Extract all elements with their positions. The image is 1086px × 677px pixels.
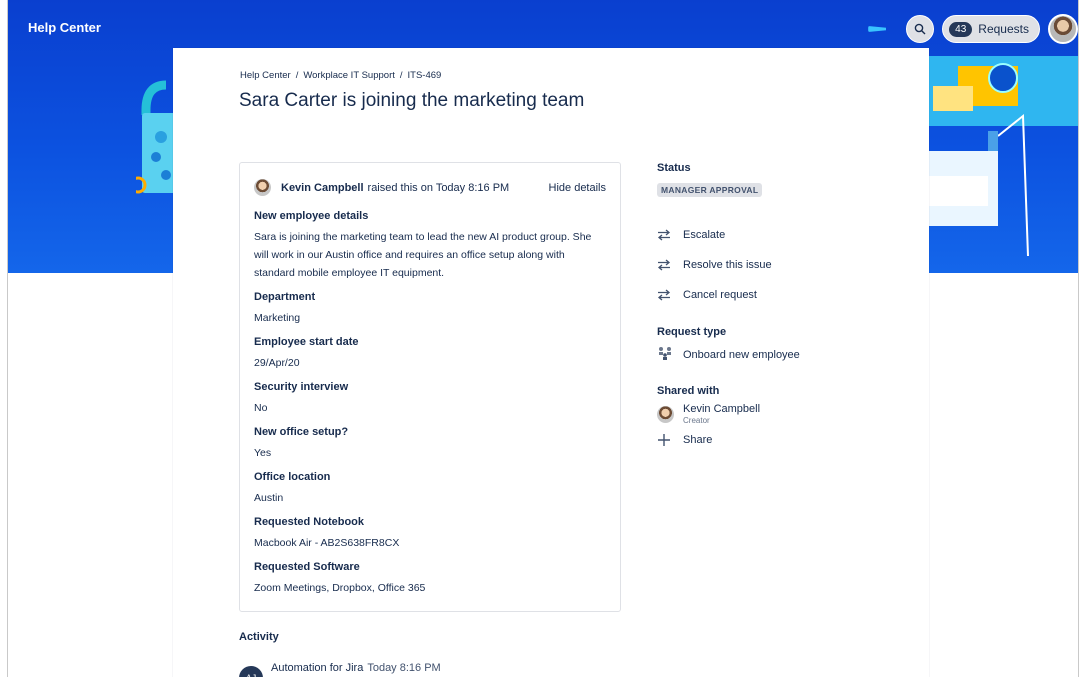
transition-arrows-icon (657, 259, 671, 271)
shared-user: Kevin Campbell Creator (657, 403, 877, 425)
transition-actions: Escalate Resolve this issue Cancel reque… (657, 220, 877, 310)
search-icon (914, 23, 926, 35)
field-value: Zoom Meetings, Dropbox, Office 365 (254, 582, 426, 594)
shared-with-heading: Shared with (657, 385, 720, 397)
transition-arrows-icon (657, 229, 671, 241)
field-label: Employee start date (254, 336, 359, 348)
activity-time: Today 8:16 PM (367, 662, 441, 674)
escalate-label: Escalate (683, 229, 726, 241)
shared-user-name: Kevin Campbell (683, 403, 761, 415)
help-center-link[interactable]: Help Center (28, 20, 101, 35)
field-value: Macbook Air - AB2S638FR8CX (254, 537, 400, 549)
field-label: New employee details (254, 210, 369, 222)
status-heading: Status (657, 162, 691, 174)
field-value: No (254, 402, 268, 414)
field-value: Austin (254, 492, 284, 504)
activity-item: AJ Automation for Jira Today 8:16 PM (239, 662, 441, 677)
field-label: Department (254, 291, 316, 303)
reporter-name[interactable]: Kevin Campbell (281, 182, 364, 194)
requests-count-badge: 43 (949, 21, 973, 37)
cancel-request-label: Cancel request (683, 289, 757, 301)
hide-details-link[interactable]: Hide details (549, 182, 606, 194)
window-edge-left (7, 0, 8, 677)
requests-button[interactable]: 43 Requests (942, 15, 1040, 43)
status-badge: MANAGER APPROVAL (657, 183, 763, 197)
reporter-avatar (254, 179, 271, 196)
requests-label: Requests (978, 22, 1029, 36)
flag-icon (868, 24, 890, 34)
raised-info: Kevin Campbell raised this on Today 8:16… (254, 179, 606, 196)
field-label: Requested Notebook (254, 516, 365, 528)
top-navigation: 43 Requests (868, 14, 1078, 44)
share-button[interactable]: Share (657, 433, 877, 447)
request-sidebar: Status MANAGER APPROVAL Escalate Resolve… (657, 162, 877, 447)
activity-author: Automation for Jira (271, 662, 364, 674)
shared-user-role: Creator (683, 416, 710, 425)
page-title: Sara Carter is joining the marketing tea… (239, 90, 585, 111)
field-label: Office location (254, 471, 331, 483)
shared-user-avatar (657, 406, 674, 423)
window-edge-right (1078, 0, 1079, 677)
transition-arrows-icon (657, 289, 671, 301)
share-label: Share (683, 434, 713, 446)
team-illustration (928, 56, 1078, 257)
activity-heading: Activity (239, 631, 279, 643)
plus-icon (658, 434, 670, 446)
breadcrumb-portal[interactable]: Workplace IT Support (303, 70, 395, 81)
request-type: Onboard new employee (657, 346, 877, 363)
request-details-panel: Kevin Campbell raised this on Today 8:16… (239, 162, 621, 612)
breadcrumb-help-center[interactable]: Help Center (240, 70, 291, 81)
cancel-request-action[interactable]: Cancel request (657, 280, 877, 310)
field-value: Sara is joining the marketing team to le… (254, 231, 592, 279)
breadcrumb-issue-key[interactable]: ITS-469 (408, 70, 442, 81)
raised-text: raised this on Today 8:16 PM (367, 181, 510, 194)
resolve-label: Resolve this issue (683, 259, 772, 271)
field-label: Security interview (254, 381, 349, 393)
field-label: New office setup? (254, 426, 349, 438)
field-value: Yes (254, 447, 272, 459)
profile-avatar[interactable] (1048, 14, 1078, 44)
resolve-action[interactable]: Resolve this issue (657, 250, 877, 280)
search-button[interactable] (906, 15, 935, 43)
field-value: Marketing (254, 312, 301, 324)
onboard-people-icon (659, 347, 671, 360)
breadcrumb: Help Center / Workplace IT Support / ITS-469 (240, 70, 442, 81)
request-type-heading: Request type (657, 326, 727, 338)
field-value: 29/Apr/20 (254, 357, 300, 369)
request-card: Help Center / Workplace IT Support / ITS-469… (173, 48, 929, 677)
escalate-action[interactable]: Escalate (657, 220, 877, 250)
field-label: Requested Software (254, 561, 360, 573)
automation-avatar: AJ (239, 666, 263, 677)
request-type-label: Onboard new employee (683, 348, 800, 361)
